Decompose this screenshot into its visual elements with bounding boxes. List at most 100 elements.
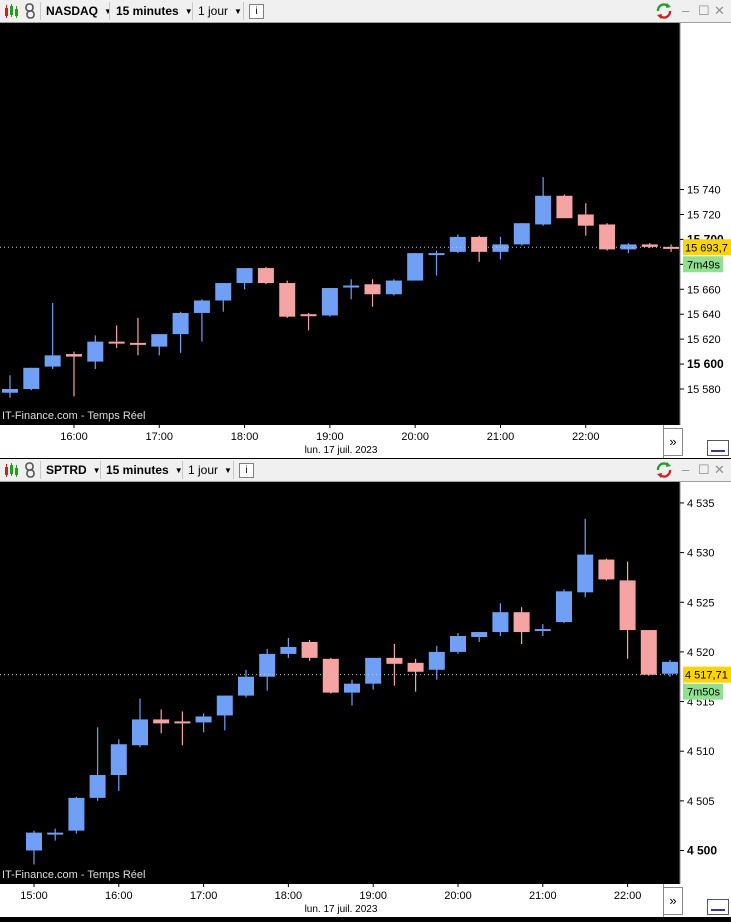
x-tick-label: 17:00 [146, 431, 174, 443]
y-tick-label: 15 640 [687, 309, 721, 321]
candle-body [662, 661, 678, 674]
source-label: IT-Finance.com - Temps Réel [2, 869, 145, 881]
candle-body [556, 591, 572, 623]
close-icon[interactable]: ✕ [714, 3, 725, 19]
refresh-icon[interactable] [655, 2, 673, 20]
interval-dropdown[interactable]: 15 minutes ▼ [106, 461, 183, 479]
date-label: lun. 17 juil. 2023 [305, 904, 378, 915]
x-tick-label: 22:00 [614, 890, 642, 902]
period-dropdown[interactable]: 1 jour ▼ [188, 461, 232, 479]
chart-toolbar: SPTRD ▼ 15 minutes ▼ 1 jour ▼ i – ☐ ✕ [0, 459, 731, 482]
period-label: 1 jour [188, 463, 219, 477]
candle-body [535, 195, 552, 225]
candle-body [344, 683, 360, 693]
link-icon[interactable] [24, 461, 36, 479]
interval-label: 15 minutes [106, 463, 169, 477]
candle-body [87, 341, 104, 362]
scroll-right-button[interactable]: » [663, 887, 683, 915]
info-icon: i [249, 3, 264, 19]
x-axis: 16:00 17:00 18:00 19:00 20:00 21:00 22:00 lun. … [0, 425, 663, 458]
toolbar-separator [243, 2, 244, 20]
x-axis-labels: 16:00 17:00 18:00 19:00 20:00 21:00 22:00 lun. … [60, 425, 600, 456]
candle-body [407, 662, 424, 672]
toolbar-separator [182, 461, 183, 479]
candle-body [640, 630, 657, 675]
x-tick-label: 16:00 [105, 890, 133, 902]
toolbar-separator [109, 2, 110, 20]
info-button[interactable]: i [249, 2, 264, 20]
candle-body [343, 285, 360, 288]
x-tick-label: 15:00 [20, 890, 48, 902]
link-icon[interactable] [24, 2, 36, 20]
period-label: 1 jour [198, 4, 229, 18]
chart-area[interactable]: 4 500 4 505 4 510 4 515 4 520 4 525 4 530 4 535… [0, 482, 731, 884]
countdown-label: 7m50s [687, 687, 721, 699]
toolbar-separator [40, 2, 41, 20]
candlestick-chart-icon[interactable] [3, 2, 20, 20]
candle-body [108, 341, 125, 344]
chevron-down-icon: ▼ [104, 6, 112, 16]
x-tick-label: 20:00 [444, 890, 472, 902]
candle-body [129, 342, 146, 345]
date-label: lun. 17 juil. 2023 [305, 445, 378, 456]
info-button[interactable]: i [239, 461, 254, 479]
candle-body [280, 646, 297, 654]
y-tick-label: 4 535 [687, 498, 715, 510]
y-tick-label: 15 660 [687, 284, 721, 296]
toolbar-separator [100, 461, 101, 479]
candle-body [301, 641, 318, 658]
candle-body [556, 195, 573, 219]
candle-body [151, 334, 168, 347]
candle-body [513, 612, 530, 633]
close-icon[interactable]: ✕ [714, 462, 725, 478]
candle-body [257, 268, 274, 284]
axis-settings-button[interactable] [707, 440, 729, 456]
current-price-label: 4 517,71 [685, 670, 728, 682]
candle-body [44, 355, 61, 367]
y-tick-label: 4 525 [687, 597, 715, 609]
candle-body [238, 676, 254, 696]
y-axis-background [680, 482, 731, 884]
chart-panel-sptrd: SPTRD ▼ 15 minutes ▼ 1 jour ▼ i – ☐ ✕ 4 500… [0, 459, 731, 917]
interval-dropdown[interactable]: 15 minutes ▼ [116, 2, 193, 20]
minimize-icon[interactable]: – [682, 3, 689, 18]
scroll-right-button[interactable]: » [663, 428, 683, 456]
x-axis-labels: 15:00 16:00 17:00 18:00 19:00 20:00 21:00 22:00… [20, 884, 642, 915]
candle-body [385, 280, 402, 295]
chevron-down-icon: ▼ [224, 465, 232, 475]
toolbar-separator [233, 461, 234, 479]
symbol-dropdown[interactable]: NASDAQ ▼ [46, 2, 112, 20]
candlestick-chart-icon[interactable] [3, 461, 20, 479]
restore-icon[interactable]: ☐ [698, 3, 710, 19]
candle-body [577, 554, 594, 593]
candle-body [174, 721, 191, 724]
chart-panel-nasdaq: NASDAQ ▼ 15 minutes ▼ 1 jour ▼ i – ☐ ✕ 15 5… [0, 0, 731, 458]
candlestick-chart: 15 58015 60015 62015 64015 66015 68015 7… [0, 23, 731, 425]
candle-body [193, 300, 210, 313]
candle-body [321, 288, 338, 316]
candle-body [471, 236, 488, 252]
symbol-label: NASDAQ [46, 4, 99, 18]
info-icon: i [239, 462, 254, 478]
axis-settings-button[interactable] [707, 899, 729, 915]
symbol-dropdown[interactable]: SPTRD ▼ [46, 461, 101, 479]
candle-body [68, 797, 85, 831]
candle-body [215, 283, 232, 301]
candle-body [598, 559, 615, 580]
candle-body [492, 244, 509, 252]
y-tick-label: 15 620 [687, 334, 721, 346]
candle-body [365, 657, 382, 684]
restore-icon[interactable]: ☐ [698, 462, 710, 478]
toolbar-separator [40, 461, 41, 479]
period-dropdown[interactable]: 1 jour ▼ [198, 2, 242, 20]
candle-body [322, 658, 339, 693]
x-tick-label: 21:00 [487, 431, 515, 443]
candle-body [449, 236, 466, 252]
candle-body [23, 367, 40, 389]
candle-body [471, 632, 488, 638]
y-tick-label: 15 580 [687, 384, 721, 396]
toolbar-separator [192, 2, 193, 20]
minimize-icon[interactable]: – [682, 462, 689, 477]
refresh-icon[interactable] [655, 461, 673, 479]
chart-area[interactable]: 15 58015 60015 62015 64015 66015 68015 7… [0, 23, 731, 425]
